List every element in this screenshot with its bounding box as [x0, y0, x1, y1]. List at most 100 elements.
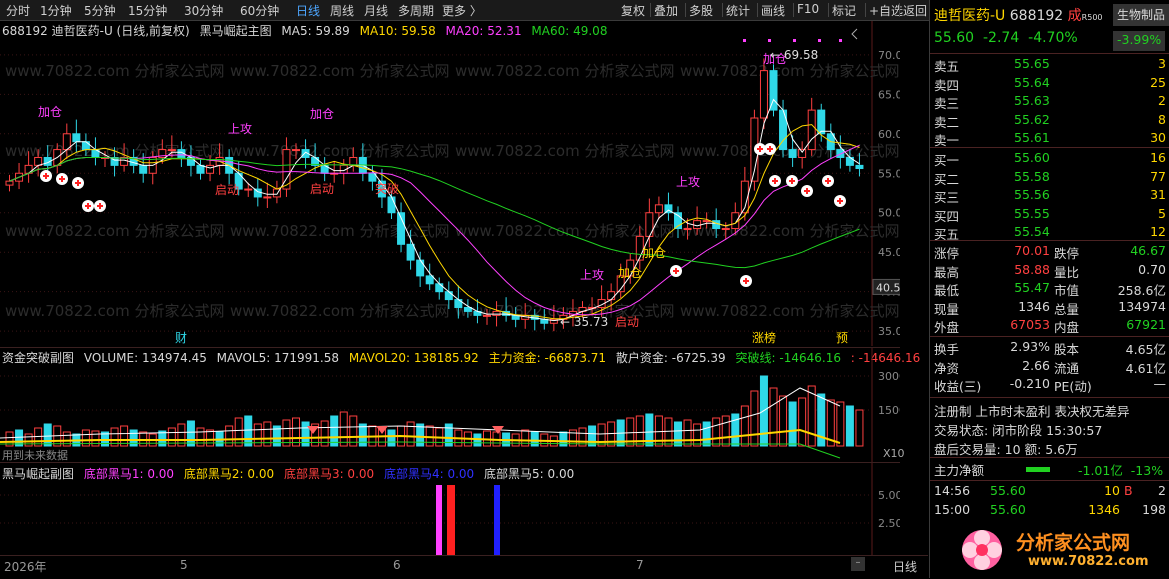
volume-bar: [339, 411, 348, 447]
bid-price: 55.56: [1014, 187, 1050, 202]
candle-down: [387, 196, 396, 214]
ask-price: 55.61: [1014, 130, 1050, 145]
stat-value-cell: 4.65亿: [1100, 339, 1166, 357]
tick-time-cell: 14:56: [934, 483, 970, 501]
price-line: 55.60 -2.74 -4.70%: [934, 30, 1078, 48]
event-marker: [768, 39, 771, 42]
info-line-2: 交易状态: 闭市阶段 15:30:57: [934, 420, 1102, 438]
tick-price: 55.60: [990, 483, 1026, 498]
period-tab-5[interactable]: 60分钟: [240, 2, 279, 19]
candle-down: [81, 141, 90, 151]
stat-value-cell: 67921: [1100, 317, 1166, 335]
stat-label-cell: 换手: [934, 339, 959, 357]
sub-indicator-pane[interactable]: 黑马崛起副图 底部黑马1: 0.00 底部黑马2: 0.00 底部黑马3: 0.…: [0, 462, 900, 555]
volume-bar: [702, 421, 711, 447]
main-chart-pane[interactable]: 688192 迪哲医药-U (日线,前复权) 黑马崛起主图 MA5: 59.89…: [0, 21, 900, 346]
toolbar-action-3[interactable]: 统计: [726, 2, 750, 19]
price-axis-label: 50.00: [878, 207, 900, 220]
toolbar-action-8[interactable]: 返回: [903, 2, 927, 19]
candlestick-chart[interactable]: 70.0065.0060.0055.0050.0045.0040.0035.00…: [0, 21, 900, 346]
toolbar-action-7[interactable]: +自选: [869, 2, 903, 19]
tick-volume: 1346: [1088, 501, 1120, 517]
watermark-text: www.70822.com 分析家公式网: [5, 62, 225, 80]
candle-up: [654, 204, 663, 214]
period-tab-10[interactable]: 更多 〉: [442, 2, 482, 19]
volume-bar: [244, 415, 253, 447]
price-tag: 40.54: [876, 281, 900, 294]
date-month-6: 6: [393, 558, 401, 572]
period-tab-3[interactable]: 15分钟: [128, 2, 167, 19]
tag-r500: R500: [1081, 13, 1103, 22]
toolbar-action-0[interactable]: 复权: [621, 2, 645, 19]
sub-axis-label: 2.50: [878, 517, 900, 530]
scroll-button[interactable]: –: [851, 557, 865, 571]
x10-label[interactable]: X10: [883, 447, 905, 460]
period-tab-4[interactable]: 30分钟: [184, 2, 223, 19]
period-tab-8[interactable]: 月线: [364, 2, 388, 19]
toolbar-separator: [828, 3, 829, 17]
period-switch[interactable]: 日线: [893, 558, 917, 575]
bottom-horse-4-bar: [494, 485, 500, 555]
volume-bar: [693, 423, 702, 447]
candle-up: [683, 228, 692, 231]
future-data-note: 用到未来数据: [2, 449, 68, 462]
toolbar-action-1[interactable]: 叠加: [654, 2, 678, 19]
toolbar-separator: [650, 3, 651, 17]
stat-label-cell: 净资: [934, 358, 959, 376]
stat-label: 换手: [934, 342, 960, 357]
date-month-5: 5: [180, 558, 188, 572]
toolbar-action-5[interactable]: F10: [797, 2, 819, 16]
collapse-arrow-icon: [851, 28, 858, 40]
toolbar-action-6[interactable]: 标记: [832, 2, 856, 19]
period-tab-2[interactable]: 5分钟: [84, 2, 116, 19]
stat-value-cell: -0.210: [990, 376, 1050, 394]
candle-down: [836, 149, 845, 158]
stock-header[interactable]: 迪哲医药-U 688192 成R500: [934, 5, 1103, 24]
toolbar-action-2[interactable]: 多股: [689, 2, 713, 19]
period-tab-7[interactable]: 周线: [330, 2, 354, 19]
period-tab-6[interactable]: 日线: [296, 2, 320, 19]
watermark-text: www.70822.com 分析家公式网: [5, 302, 225, 320]
ask-volume: 3: [1158, 56, 1166, 71]
candle-up: [244, 188, 253, 191]
bid-volume: 5: [1158, 205, 1166, 221]
volume-bar: [750, 390, 759, 447]
ask-volume: 25: [1150, 74, 1166, 90]
ask-level-label: 卖四: [934, 77, 960, 93]
ask-row-volume: 3: [1130, 56, 1166, 74]
stat-value-cell: 46.67: [1100, 243, 1166, 261]
toolbar-action-4[interactable]: 画线: [761, 2, 785, 19]
bid-row-label: 买三: [934, 187, 959, 205]
stock-code: 688192: [1009, 8, 1064, 24]
bottom-horse-1-bar: [436, 485, 442, 555]
info-line-1: 注册制 上市时未盈利 表决权无差异: [934, 401, 1129, 419]
period-tab-0[interactable]: 分时: [6, 2, 30, 19]
candle-up: [807, 109, 816, 151]
period-tab-9[interactable]: 多周期: [398, 2, 434, 19]
stat-value: 67053: [1010, 317, 1050, 332]
sub-indicator-chart[interactable]: 5.00 2.50: [0, 463, 900, 555]
bid-row-volume: 77: [1130, 169, 1166, 187]
volume-chart[interactable]: 30000 15000: [0, 348, 900, 462]
net-flow-label-cell: 主力净额: [934, 460, 984, 478]
candle-up: [292, 149, 300, 152]
jiacang-label: 加仓: [310, 107, 334, 121]
stat-label-cell: 流通: [1054, 358, 1079, 376]
ask-row-volume: 25: [1130, 75, 1166, 93]
volume-bar: [836, 401, 845, 447]
volume-pane[interactable]: 资金突破副图 VOLUME: 134974.45 MAVOL5: 171991.…: [0, 347, 920, 462]
candle-down: [855, 164, 864, 170]
event-marker: [818, 39, 821, 42]
bid-level-label: 买三: [934, 190, 960, 205]
tick-time: 15:00: [934, 501, 971, 517]
period-tab-1[interactable]: 1分钟: [40, 2, 72, 19]
panel-divider: [930, 480, 1169, 481]
zhangbang-event-icon: 涨榜: [752, 330, 776, 345]
bid-row-price: 55.60: [1014, 150, 1050, 168]
ask-price: 55.65: [1014, 56, 1050, 71]
sector-badge[interactable]: 生物制品: [1113, 4, 1169, 26]
tag-cheng: 成: [1067, 8, 1082, 24]
stat-value-cell: 0.70: [1100, 262, 1166, 280]
bottom-horse-3-bar: [447, 485, 455, 555]
stat-label: 量比: [1054, 264, 1080, 280]
